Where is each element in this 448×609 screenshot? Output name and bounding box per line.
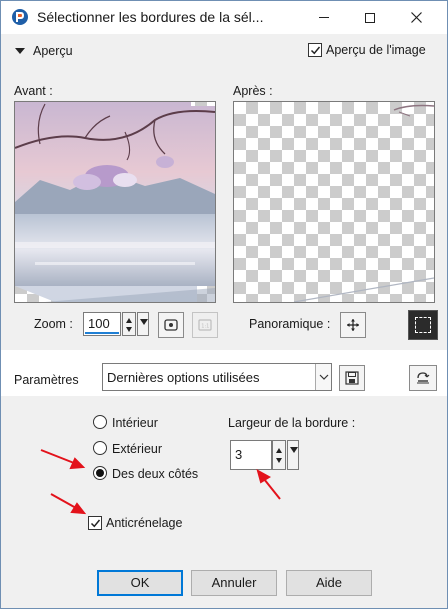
combo-chevron-button[interactable] [315,364,331,390]
before-label: Avant : [14,84,53,98]
marquee-icon [415,317,431,333]
pan-label: Panoramique : [249,317,331,331]
move-arrows-icon [347,319,359,331]
after-preview-pane[interactable] [233,101,435,303]
radio-exterior[interactable] [93,441,107,455]
zoom-input-focus-underline [85,332,119,334]
preview-section-label: Aperçu [33,44,73,58]
preview-section-toggle[interactable]: Aperçu [15,44,73,58]
zoom-spinner[interactable] [122,312,136,336]
reset-icon [417,372,430,384]
spin-down-icon [126,327,132,332]
minimize-button[interactable] [301,1,347,34]
antialias-checkbox[interactable]: Anticrénelage [88,516,182,530]
border-width-spinner[interactable] [272,440,286,470]
checkbox-box[interactable] [308,43,322,57]
interior-label: Intérieur [112,416,158,430]
border-width-dropdown-button[interactable] [287,440,299,470]
zoom-actual-size-button[interactable]: 1:1 [192,312,218,338]
actual-size-icon: 1:1 [198,319,212,331]
checkmark-icon [310,46,320,54]
zoom-fit-button[interactable] [158,312,184,338]
spin-up-icon [276,448,282,453]
image-preview-checkbox[interactable]: Aperçu de l'image [308,43,426,57]
maximize-icon [365,12,375,23]
paintshop-pro-icon [12,9,28,25]
checkbox-box[interactable] [88,516,102,530]
zoom-fit-icon [164,319,178,331]
before-preview-pane[interactable] [14,101,216,303]
zoom-label: Zoom : [34,317,73,331]
radio-interior[interactable] [93,415,107,429]
minimize-icon [319,17,329,18]
border-width-label: Largeur de la bordure : [228,416,356,430]
radio-both-sides[interactable] [93,466,107,480]
spin-down-icon [276,458,282,463]
reset-button[interactable] [409,365,437,391]
save-disk-icon [345,371,359,385]
annotation-arrows [40,449,281,515]
after-preview-image [293,104,434,302]
help-button[interactable]: Aide [286,570,372,596]
preset-value: Dernières options utilisées [107,370,260,385]
maximize-button[interactable] [347,1,393,34]
dialog-window: Sélectionner les bordures de la sél... A… [0,0,448,609]
title-bar: Sélectionner les bordures de la sél... [1,1,447,34]
exterior-label: Extérieur [112,442,163,456]
close-button[interactable] [393,1,439,34]
parameters-label: Paramètres [14,373,79,387]
spin-up-icon [126,318,132,323]
both-sides-label: Des deux côtés [112,467,199,481]
cancel-button[interactable]: Annuler [191,570,277,596]
checkmark-icon [90,519,100,527]
annotation-arrow-both-sides [40,449,86,470]
ok-button[interactable]: OK [97,570,183,596]
svg-text:1:1: 1:1 [201,324,209,330]
image-preview-label: Aperçu de l'image [326,43,426,57]
save-preset-button[interactable] [339,365,365,391]
close-icon [410,12,422,23]
zoom-dropdown-button[interactable] [137,312,149,336]
antialias-label: Anticrénelage [106,516,183,530]
window-title: Sélectionner les bordures de la sél... [37,9,264,25]
chevron-down-icon [319,374,328,380]
border-width-input[interactable]: 3 [230,440,272,470]
annotation-arrow-antialias [50,493,87,515]
preset-combobox[interactable]: Dernières options utilisées [102,363,332,391]
selection-marquee-button[interactable] [408,310,438,340]
collapse-triangle-icon [15,48,25,54]
after-label: Après : [233,84,273,98]
annotation-arrow-border-width [256,468,281,500]
before-preview-image [15,102,215,302]
pan-button[interactable] [340,312,366,338]
